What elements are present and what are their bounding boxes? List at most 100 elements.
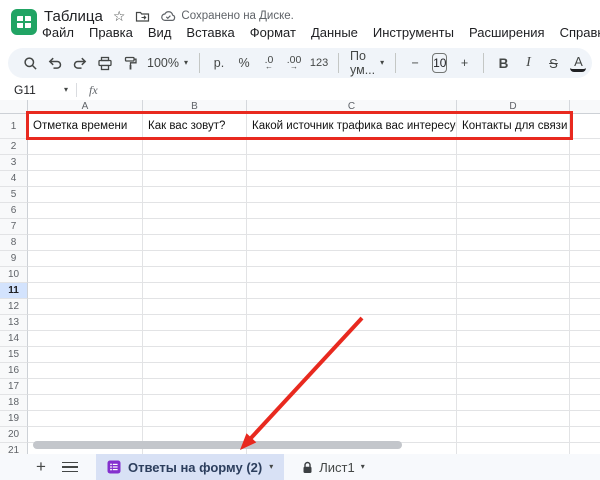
cell-B10[interactable] [143,267,247,283]
cell-E1[interactable] [570,114,600,139]
cell-D4[interactable] [457,171,570,187]
cell-E2[interactable] [570,139,600,155]
cell-A5[interactable] [28,187,143,203]
cell-A13[interactable] [28,315,143,331]
cell-A16[interactable] [28,363,143,379]
cell-E8[interactable] [570,235,600,251]
cell-B17[interactable] [143,379,247,395]
cell-E5[interactable] [570,187,600,203]
cell-C4[interactable] [247,171,457,187]
cell-D6[interactable] [457,203,570,219]
row-header-9[interactable]: 9 [0,251,28,267]
row-header-8[interactable]: 8 [0,235,28,251]
cell-B19[interactable] [143,411,247,427]
cell-C8[interactable] [247,235,457,251]
cell-D1[interactable]: Контакты для связи [457,114,570,139]
row-header-4[interactable]: 4 [0,171,28,187]
column-header-C[interactable]: C [247,100,457,114]
cell-C10[interactable] [247,267,457,283]
cell-A12[interactable] [28,299,143,315]
search-icon[interactable] [22,51,38,75]
row-header-5[interactable]: 5 [0,187,28,203]
cell-B16[interactable] [143,363,247,379]
save-status[interactable]: Сохранено на Диске. [160,10,293,22]
row-header-12[interactable]: 12 [0,299,28,315]
cell-A6[interactable] [28,203,143,219]
cell-A1[interactable]: Отметка времени [28,114,143,139]
cell-A9[interactable] [28,251,143,267]
font-family-select[interactable]: По ум...▾ [350,49,384,77]
column-header-partial[interactable] [570,100,600,114]
cell-C7[interactable] [247,219,457,235]
star-icon[interactable]: ☆ [113,9,126,23]
cell-B8[interactable] [143,235,247,251]
cell-C2[interactable] [247,139,457,155]
row-header-1[interactable]: 1 [0,114,28,139]
cell-C15[interactable] [247,347,457,363]
paint-format-icon[interactable] [122,51,138,75]
sheet-tab-form-responses[interactable]: Ответы на форму (2) ▾ [96,454,284,480]
cell-D3[interactable] [457,155,570,171]
cell-C9[interactable] [247,251,457,267]
cell-D2[interactable] [457,139,570,155]
row-header-3[interactable]: 3 [0,155,28,171]
cell-C13[interactable] [247,315,457,331]
cell-A17[interactable] [28,379,143,395]
cell-A18[interactable] [28,395,143,411]
menu-item-6[interactable]: Данные [311,25,358,40]
increase-decimal-button[interactable]: .00→ [286,51,302,75]
row-header-11[interactable]: 11 [0,283,28,299]
text-color-button[interactable]: A [570,55,586,72]
cell-A8[interactable] [28,235,143,251]
cell-C16[interactable] [247,363,457,379]
cell-A14[interactable] [28,331,143,347]
cell-E10[interactable] [570,267,600,283]
cell-B9[interactable] [143,251,247,267]
cell-D17[interactable] [457,379,570,395]
cell-B7[interactable] [143,219,247,235]
strikethrough-button[interactable]: S [545,51,561,75]
cell-D16[interactable] [457,363,570,379]
cell-D10[interactable] [457,267,570,283]
cell-B15[interactable] [143,347,247,363]
cell-C18[interactable] [247,395,457,411]
row-header-20[interactable]: 20 [0,427,28,443]
cell-B6[interactable] [143,203,247,219]
cell-B13[interactable] [143,315,247,331]
row-header-13[interactable]: 13 [0,315,28,331]
cell-D19[interactable] [457,411,570,427]
add-sheet-button[interactable]: + [30,457,52,477]
cell-D11[interactable] [457,283,570,299]
row-header-14[interactable]: 14 [0,331,28,347]
cell-B1[interactable]: Как вас зовут? [143,114,247,139]
print-icon[interactable] [97,51,113,75]
cell-A19[interactable] [28,411,143,427]
cell-C6[interactable] [247,203,457,219]
cell-C12[interactable] [247,299,457,315]
cell-D15[interactable] [457,347,570,363]
cell-E17[interactable] [570,379,600,395]
column-header-A[interactable]: A [28,100,143,114]
decrease-decimal-button[interactable]: .0← [261,51,277,75]
cell-A3[interactable] [28,155,143,171]
cell-C11[interactable] [247,283,457,299]
cell-B18[interactable] [143,395,247,411]
menu-item-8[interactable]: Расширения [469,25,545,40]
undo-icon[interactable] [47,51,63,75]
row-header-7[interactable]: 7 [0,219,28,235]
cell-A7[interactable] [28,219,143,235]
cell-E9[interactable] [570,251,600,267]
row-header-17[interactable]: 17 [0,379,28,395]
menu-item-9[interactable]: Справка [560,25,600,40]
sheet-tab-list1[interactable]: Лист1 ▾ [292,454,375,480]
font-size-input[interactable]: 10 [432,53,447,73]
all-sheets-menu-icon[interactable] [62,462,78,473]
column-header-D[interactable]: D [457,100,570,114]
row-header-10[interactable]: 10 [0,267,28,283]
cell-E14[interactable] [570,331,600,347]
document-title[interactable]: Таблица [44,8,103,25]
menu-item-5[interactable]: Формат [250,25,296,40]
decrease-font-size-button[interactable]: − [407,51,423,75]
column-header-B[interactable]: B [143,100,247,114]
spreadsheet-grid[interactable]: ABCD 1Отметка времениКак вас зовут?Какой… [0,100,600,454]
